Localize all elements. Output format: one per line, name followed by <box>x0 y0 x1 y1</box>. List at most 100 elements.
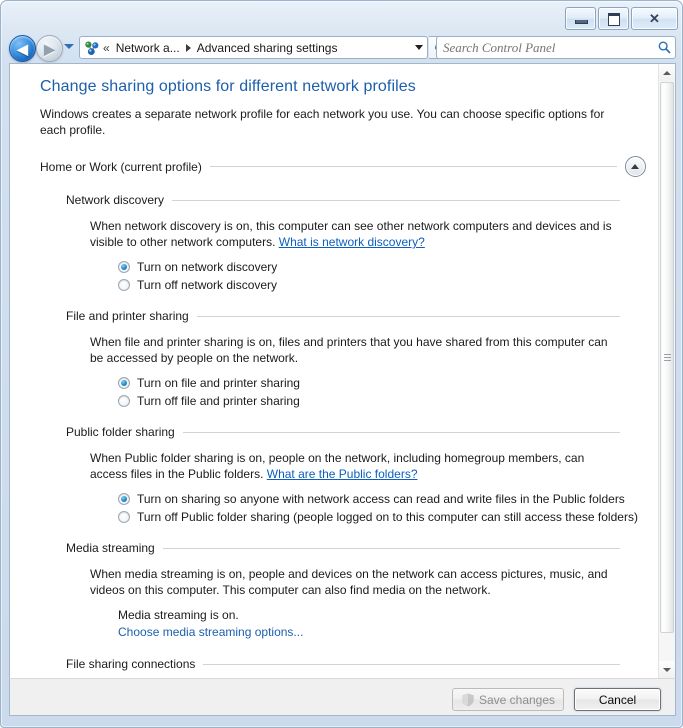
section-rule <box>203 663 620 665</box>
profile-group-header: Home or Work (current profile) <box>40 156 648 177</box>
radio-option-turn-on-public-folder-sharing[interactable]: Turn on sharing so anyone with network a… <box>118 491 648 507</box>
cancel-label: Cancel <box>598 692 637 707</box>
forward-arrow-icon: ▶ <box>44 40 55 57</box>
radio-group-network-discovery: Turn on network discovery Turn off netwo… <box>118 259 648 293</box>
content-pane: Change sharing options for different net… <box>9 63 676 678</box>
back-arrow-icon: ◀ <box>17 40 28 57</box>
choose-media-streaming-options-link[interactable]: Choose media streaming options... <box>118 625 303 639</box>
network-icon <box>84 40 100 56</box>
back-button[interactable]: ◀ <box>9 35 36 62</box>
section-file-sharing-connections-clipped: File sharing connections <box>66 657 648 671</box>
search-box[interactable] <box>436 36 676 59</box>
recent-pages-button[interactable] <box>64 44 74 49</box>
scrollbar-thumb[interactable] <box>660 82 674 633</box>
media-streaming-status: Media streaming is on. <box>118 608 239 622</box>
breadcrumb-overflow-icon[interactable]: « <box>103 41 110 55</box>
section-body: When media streaming is on, people and d… <box>90 566 648 641</box>
scroll-up-button[interactable] <box>659 64 675 81</box>
section-description: When media streaming is on, people and d… <box>90 567 608 597</box>
minimize-button[interactable] <box>565 7 596 30</box>
section-body: When file and printer sharing is on, fil… <box>90 334 648 409</box>
radio-label: Turn on network discovery <box>137 260 278 274</box>
section-body: When network discovery is on, this compu… <box>90 218 648 293</box>
section-title: File sharing connections <box>66 657 196 671</box>
breadcrumb-advanced-sharing-settings[interactable]: Advanced sharing settings <box>195 39 340 57</box>
radio-icon[interactable] <box>118 395 130 407</box>
section-media-streaming: Media streaming When media streaming is … <box>66 541 648 641</box>
section-title: Media streaming <box>66 541 155 555</box>
restore-button[interactable] <box>598 7 629 30</box>
section-description: When file and printer sharing is on, fil… <box>90 335 608 365</box>
radio-option-turn-off-public-folder-sharing[interactable]: Turn off Public folder sharing (people l… <box>118 509 648 525</box>
page-title: Change sharing options for different net… <box>40 78 416 95</box>
section-description: When Public folder sharing is on, people… <box>90 450 620 482</box>
radio-icon[interactable] <box>118 493 130 505</box>
section-body: When Public folder sharing is on, people… <box>90 450 648 525</box>
radio-option-turn-off-network-discovery[interactable]: Turn off network discovery <box>118 277 648 293</box>
button-bar: Save changes Cancel <box>9 678 676 716</box>
section-rule <box>182 431 620 433</box>
breadcrumb-network[interactable]: Network a... <box>114 39 182 57</box>
section-header: Media streaming <box>66 541 648 555</box>
radio-option-turn-on-file-and-printer-sharing[interactable]: Turn on file and printer sharing <box>118 375 648 391</box>
radio-group-file-and-printer-sharing: Turn on file and printer sharing Turn of… <box>118 375 648 409</box>
radio-icon[interactable] <box>118 261 130 273</box>
section-header: Network discovery <box>66 193 648 207</box>
title-bar: ✕ <box>1 1 683 33</box>
profile-rule <box>209 166 617 167</box>
radio-group-public-folder-sharing: Turn on sharing so anyone with network a… <box>118 491 648 525</box>
radio-label: Turn on sharing so anyone with network a… <box>137 492 625 506</box>
window-frame: ✕ ◀ ▶ « Network a... Advanced sharing se… <box>0 0 683 728</box>
what-are-the-public-folders-link[interactable]: What are the Public folders? <box>267 467 418 481</box>
radio-option-turn-on-network-discovery[interactable]: Turn on network discovery <box>118 259 648 275</box>
section-header: Public folder sharing <box>66 425 648 439</box>
section-rule <box>172 199 620 201</box>
radio-label: Turn off Public folder sharing (people l… <box>137 510 638 524</box>
media-streaming-status-block: Media streaming is on. Choose media stre… <box>118 607 648 641</box>
search-icon[interactable] <box>653 37 675 58</box>
minimize-icon <box>575 20 588 24</box>
section-public-folder-sharing: Public folder sharing When Public folder… <box>66 425 648 525</box>
forward-button[interactable]: ▶ <box>36 35 63 62</box>
section-title: File and printer sharing <box>66 309 189 323</box>
scroll-down-button[interactable] <box>659 661 675 678</box>
cancel-button[interactable]: Cancel <box>574 688 661 711</box>
window-bottom-strip <box>1 715 683 727</box>
address-bar[interactable]: « Network a... Advanced sharing settings <box>79 36 428 59</box>
radio-icon[interactable] <box>118 377 130 389</box>
section-rule <box>162 547 620 549</box>
section-network-discovery: Network discovery When network discovery… <box>66 193 648 293</box>
media-streaming-link-row: Choose media streaming options... <box>118 624 648 641</box>
scrollbar-grip-icon <box>664 353 671 361</box>
radio-icon[interactable] <box>118 279 130 291</box>
close-button[interactable]: ✕ <box>631 7 678 30</box>
window-controls: ✕ <box>565 7 678 30</box>
section-description: When network discovery is on, this compu… <box>90 218 620 250</box>
navigation-bar: ◀ ▶ « Network a... Advanced sharing sett… <box>1 33 683 63</box>
save-changes-button[interactable]: Save changes <box>452 688 564 711</box>
radio-option-turn-off-file-and-printer-sharing[interactable]: Turn off file and printer sharing <box>118 393 648 409</box>
restore-icon <box>608 13 620 26</box>
section-title: Public folder sharing <box>66 425 175 439</box>
section-header: File and printer sharing <box>66 309 648 323</box>
address-dropdown-icon[interactable] <box>411 37 427 58</box>
uac-shield-icon <box>461 693 475 707</box>
page-intro-text: Windows creates a separate network profi… <box>40 107 605 137</box>
what-is-network-discovery-link[interactable]: What is network discovery? <box>279 235 425 249</box>
settings-scroll-area: Change sharing options for different net… <box>10 64 658 678</box>
radio-label: Turn off file and printer sharing <box>137 394 300 408</box>
breadcrumb-chevron-icon[interactable] <box>185 43 191 52</box>
section-header: File sharing connections <box>66 657 648 671</box>
radio-label: Turn on file and printer sharing <box>137 376 300 390</box>
section-rule <box>196 315 620 317</box>
vertical-scrollbar[interactable] <box>658 64 675 678</box>
chevron-up-icon[interactable] <box>625 156 646 177</box>
profile-label: Home or Work (current profile) <box>40 159 202 174</box>
search-input[interactable] <box>437 38 653 57</box>
close-icon: ✕ <box>649 11 660 26</box>
section-title: Network discovery <box>66 193 165 207</box>
save-changes-label: Save changes <box>478 692 556 707</box>
radio-icon[interactable] <box>118 511 130 523</box>
section-file-and-printer-sharing: File and printer sharing When file and p… <box>66 309 648 409</box>
radio-label: Turn off network discovery <box>137 278 278 292</box>
